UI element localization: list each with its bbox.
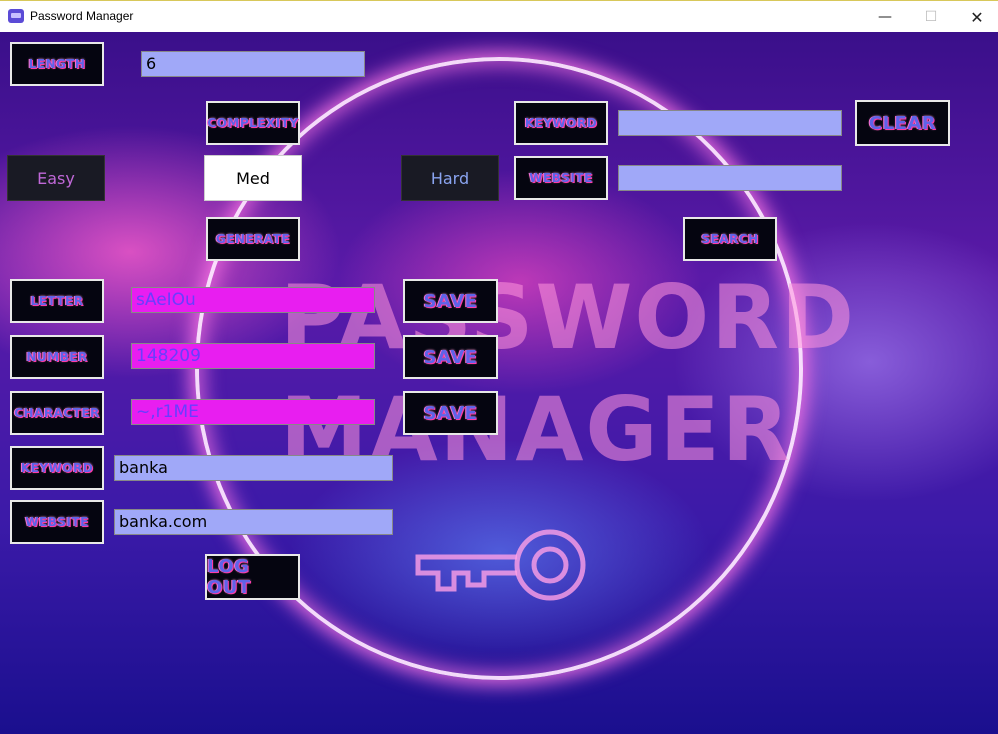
entry-website-input[interactable]: banka.com (114, 509, 393, 535)
length-input[interactable]: 6 (141, 51, 365, 77)
save-number-button[interactable]: SAVE (403, 335, 498, 379)
entry-keyword-input[interactable]: banka (114, 455, 393, 481)
title-bar: Password Manager — ☐ ✕ (0, 0, 998, 32)
character-button[interactable]: CHARACTER (10, 391, 104, 435)
window-title: Password Manager (30, 9, 134, 23)
search-button[interactable]: SEARCH (683, 217, 777, 261)
entry-keyword-button[interactable]: KEYWORD (10, 446, 104, 490)
maximize-button[interactable]: ☐ (908, 1, 954, 33)
letter-button[interactable]: LETTER (10, 279, 104, 323)
letter-input[interactable]: sAeIOu (131, 287, 375, 313)
generate-button[interactable]: GENERATE (206, 217, 300, 261)
med-button[interactable]: Med (204, 155, 302, 201)
close-button[interactable]: ✕ (954, 1, 998, 33)
easy-button[interactable]: Easy (7, 155, 105, 201)
logout-button[interactable]: LOG OUT (205, 554, 300, 600)
save-character-button[interactable]: SAVE (403, 391, 498, 435)
hard-button[interactable]: Hard (401, 155, 499, 201)
background-artwork: PASSWORD MANAGER (0, 32, 998, 734)
search-keyword-button[interactable]: KEYWORD (514, 101, 608, 145)
length-button[interactable]: LENGTH (10, 42, 104, 86)
clear-button[interactable]: CLEAR (855, 100, 950, 146)
save-letter-button[interactable]: SAVE (403, 279, 498, 323)
app-icon (8, 9, 24, 23)
complexity-button[interactable]: COMPLEXITY (206, 101, 300, 145)
search-keyword-input[interactable] (618, 110, 842, 136)
key-icon (415, 529, 586, 601)
search-website-button[interactable]: WEBSITE (514, 156, 608, 200)
character-input[interactable]: ~,r1ME (131, 399, 375, 425)
number-input[interactable]: 148209 (131, 343, 375, 369)
entry-website-button[interactable]: WEBSITE (10, 500, 104, 544)
minimize-button[interactable]: — (862, 1, 908, 33)
search-website-input[interactable] (618, 165, 842, 191)
number-button[interactable]: NUMBER (10, 335, 104, 379)
